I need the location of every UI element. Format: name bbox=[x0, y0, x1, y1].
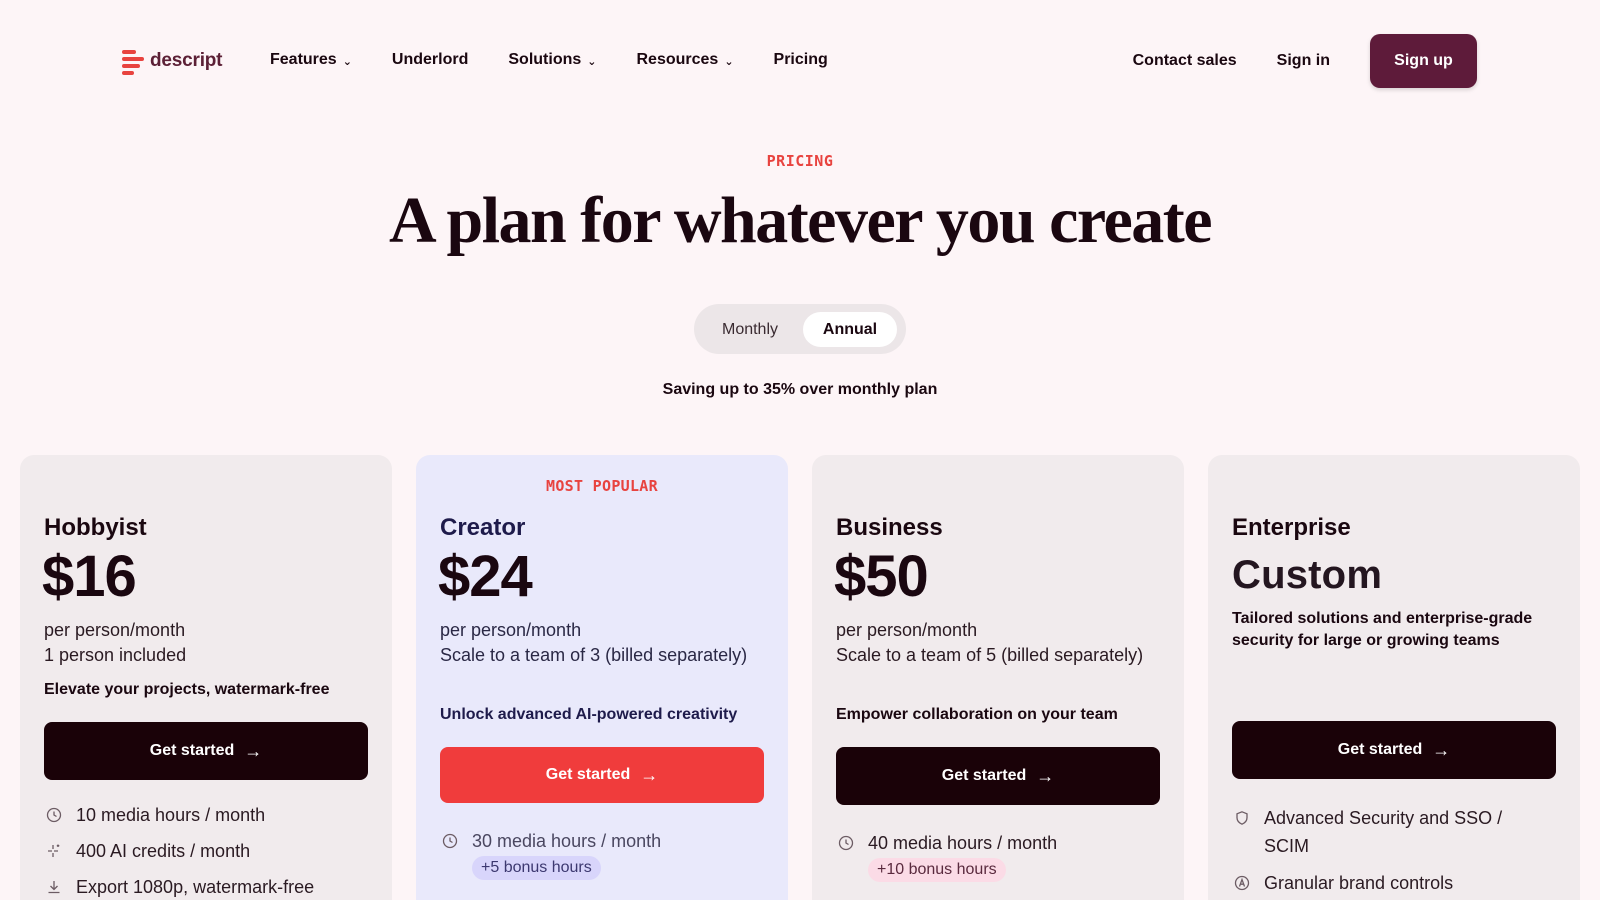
clock-icon bbox=[836, 829, 856, 857]
plan-price: Custom bbox=[1232, 553, 1383, 597]
nav-resources-label: Resources bbox=[636, 51, 719, 68]
nav-links: Features ⌄ Underlord Solutions ⌄ Resourc… bbox=[270, 51, 868, 69]
get-started-label: Get started bbox=[545, 766, 631, 783]
contact-sales-link[interactable]: Contact sales bbox=[1133, 52, 1237, 70]
nav-pricing[interactable]: Pricing bbox=[774, 51, 828, 69]
plan-sub-line: Scale to a team of 3 (billed separately) bbox=[440, 645, 748, 665]
plan-name: Hobbyist bbox=[44, 514, 147, 541]
feature-text: 400 AI credits / month bbox=[76, 841, 251, 861]
plan-name: Creator bbox=[440, 514, 526, 541]
chevron-down-icon: ⌄ bbox=[587, 55, 597, 68]
plan-subtext: per person/month Scale to a team of 5 (b… bbox=[836, 618, 1156, 668]
feature-text: Export 1080p, watermark-free bbox=[76, 877, 315, 897]
nav-resources[interactable]: Resources ⌄ bbox=[636, 51, 733, 69]
clock-icon bbox=[44, 801, 64, 829]
plan-price: $16 bbox=[42, 544, 137, 609]
top-nav: descript Features ⌄ Underlord Solutions … bbox=[0, 0, 1600, 122]
chevron-down-icon: ⌄ bbox=[342, 55, 352, 68]
toggle-annual[interactable]: Annual bbox=[803, 312, 897, 347]
page-title: A plan for whatever you create bbox=[388, 184, 1213, 257]
plan-tagline: Empower collaboration on your team bbox=[836, 706, 1118, 723]
saving-note: Saving up to 35% over monthly plan bbox=[662, 381, 938, 398]
nav-right: Contact sales Sign in Sign up bbox=[1133, 34, 1477, 88]
most-popular-badge: MOST POPULAR bbox=[546, 477, 658, 495]
feature-text: Advanced Security and SSO / SCIM bbox=[1264, 808, 1503, 856]
nav-underlord[interactable]: Underlord bbox=[392, 51, 468, 69]
plan-tagline: Unlock advanced AI-powered creativity bbox=[440, 706, 738, 723]
get-started-button[interactable]: Get started → bbox=[44, 722, 368, 780]
plan-subtext: per person/month 1 person included bbox=[44, 618, 364, 668]
plan-sub-line: per person/month bbox=[836, 620, 978, 640]
get-started-label: Get started bbox=[1337, 741, 1423, 758]
nav-underlord-label: Underlord bbox=[391, 51, 469, 68]
plan-sub-line: per person/month bbox=[440, 620, 582, 640]
plan-tagline: Tailored solutions and enterprise-grade … bbox=[1232, 610, 1533, 649]
arrow-right-icon: → bbox=[1036, 765, 1055, 786]
chevron-down-icon: ⌄ bbox=[724, 55, 734, 68]
sparkle-icon bbox=[44, 837, 64, 865]
plan-sub-line: 1 person included bbox=[44, 645, 187, 665]
arrow-right-icon: → bbox=[640, 764, 659, 785]
plan-subtext: per person/month Scale to a team of 3 (b… bbox=[440, 618, 760, 668]
plan-price: $50 bbox=[834, 544, 929, 609]
sign-up-button[interactable]: Sign up bbox=[1370, 34, 1477, 88]
feature-text: 10 media hours / month bbox=[76, 805, 266, 825]
plan-price: $24 bbox=[438, 544, 533, 609]
feature-item: Granular brand controls bbox=[1232, 869, 1562, 897]
get-started-label: Get started bbox=[941, 767, 1027, 784]
feature-item: 400 AI credits / month bbox=[44, 837, 374, 865]
descript-logo[interactable]: descript bbox=[122, 48, 223, 75]
logo-text: descript bbox=[150, 50, 223, 71]
get-started-button[interactable]: Get started → bbox=[440, 747, 764, 803]
arrow-right-icon: → bbox=[1432, 739, 1451, 760]
nav-features[interactable]: Features ⌄ bbox=[270, 51, 352, 69]
plan-name: Business bbox=[836, 514, 943, 541]
clock-icon bbox=[440, 827, 460, 855]
brand-icon bbox=[1232, 869, 1252, 897]
plan-sub-line: Scale to a team of 5 (billed separately) bbox=[836, 645, 1144, 665]
feature-item: Advanced Security and SSO / SCIM bbox=[1232, 804, 1532, 860]
bonus-hours-badge: +5 bonus hours bbox=[472, 856, 601, 880]
bonus-hours-badge: +10 bonus hours bbox=[868, 858, 1006, 882]
nav-solutions[interactable]: Solutions ⌄ bbox=[508, 51, 596, 69]
plan-sub-line: per person/month bbox=[44, 620, 186, 640]
plan-tagline: Elevate your projects, watermark-free bbox=[44, 681, 330, 698]
descript-logo-icon bbox=[122, 48, 144, 75]
shield-icon bbox=[1232, 804, 1252, 832]
pricing-eyebrow: PRICING bbox=[766, 152, 834, 170]
nav-solutions-label: Solutions bbox=[508, 51, 582, 68]
sign-in-link[interactable]: Sign in bbox=[1277, 52, 1330, 70]
download-icon bbox=[44, 873, 64, 900]
plan-card-enterprise: Enterprise Custom Tailored solutions and… bbox=[1208, 455, 1580, 900]
get-started-button[interactable]: Get started → bbox=[1232, 721, 1556, 779]
feature-text: 30 media hours / month bbox=[472, 831, 662, 851]
plan-name: Enterprise bbox=[1232, 514, 1351, 541]
feature-item: 30 media hours / month bbox=[440, 827, 770, 855]
toggle-monthly[interactable]: Monthly bbox=[702, 312, 798, 347]
get-started-label: Get started bbox=[149, 742, 235, 759]
billing-toggle: Monthly Annual bbox=[694, 304, 906, 354]
plan-card-hobbyist: Hobbyist $16 per person/month 1 person i… bbox=[20, 455, 392, 900]
feature-text: 40 media hours / month bbox=[868, 833, 1058, 853]
get-started-button[interactable]: Get started → bbox=[836, 747, 1160, 805]
nav-features-label: Features bbox=[270, 51, 337, 68]
arrow-right-icon: → bbox=[244, 740, 263, 761]
feature-text: Granular brand controls bbox=[1264, 873, 1454, 893]
feature-item: Export 1080p, watermark-free bbox=[44, 873, 374, 900]
nav-pricing-label: Pricing bbox=[773, 51, 828, 68]
plan-card-business: Business $50 per person/month Scale to a… bbox=[812, 455, 1184, 900]
feature-item: 40 media hours / month bbox=[836, 829, 1166, 857]
feature-item: 10 media hours / month bbox=[44, 801, 374, 829]
plan-card-creator: MOST POPULAR Creator $24 per person/mont… bbox=[416, 455, 788, 900]
